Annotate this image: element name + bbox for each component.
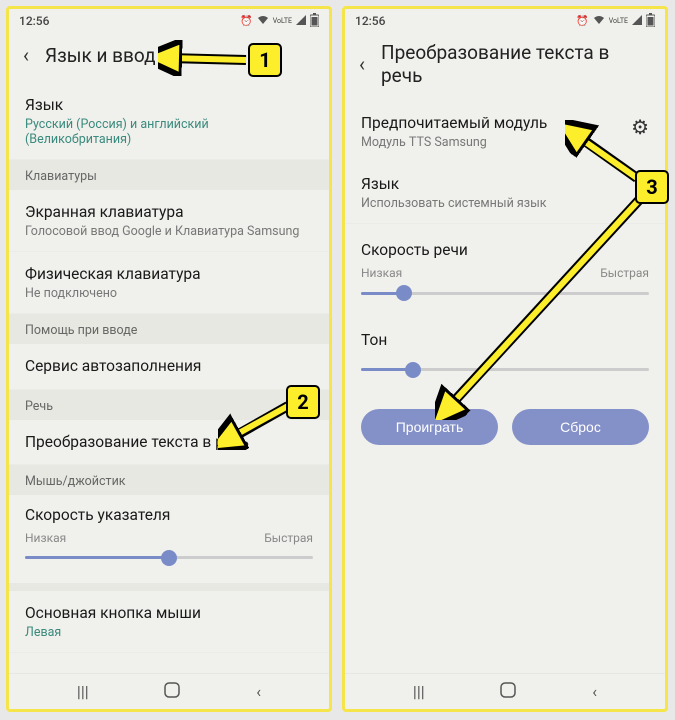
autofill-service-row[interactable]: Сервис автозаполнения xyxy=(9,344,329,389)
primary-mouse-button-row[interactable]: Основная кнопка мыши Левая xyxy=(9,591,329,653)
speech-rate-row: Скорость речи Низкая Быстрая xyxy=(345,224,665,318)
gear-icon[interactable]: ⚙ xyxy=(631,115,649,139)
tts-language-sub: Использовать системный язык xyxy=(361,196,649,211)
language-sub: Русский (Россия) и английский (Великобри… xyxy=(25,117,313,147)
tts-row[interactable]: Преобразование текста в речь xyxy=(9,420,329,465)
pointer-speed-slider[interactable] xyxy=(25,549,313,567)
phone-left: 12:56 ⏰ VoLTE ‹ Язык и ввод Язык xyxy=(6,6,332,712)
status-icons: ⏰ VoLTE xyxy=(240,13,319,30)
screen-keyboard-row[interactable]: Экранная клавиатура Голосовой ввод Googl… xyxy=(9,190,329,252)
speech-rate-labels: Низкая Быстрая xyxy=(361,266,649,280)
section-mouse: Мышь/джойстик xyxy=(9,465,329,495)
status-time: 12:56 xyxy=(355,14,385,28)
preferred-engine-title: Предпочитаемый модуль xyxy=(361,113,547,133)
screen-keyboard-title: Экранная клавиатура xyxy=(25,202,313,222)
nav-recents-icon[interactable]: ||| xyxy=(413,682,425,701)
preferred-engine-row[interactable]: Предпочитаемый модуль Модуль TTS Samsung… xyxy=(345,101,665,162)
header: ‹ Преобразование текста в речь xyxy=(345,31,665,101)
status-bar: 12:56 ⏰ VoLTE xyxy=(345,9,665,31)
physical-keyboard-title: Физическая клавиатура xyxy=(25,264,313,284)
section-speech: Речь xyxy=(9,390,329,420)
speech-rate-low: Низкая xyxy=(361,266,402,280)
pitch-slider[interactable] xyxy=(361,361,649,379)
nav-back-icon[interactable]: ‹ xyxy=(256,682,261,701)
screen-keyboard-sub: Голосовой ввод Google и Клавиатура Samsu… xyxy=(25,224,313,239)
volte-icon: VoLTE xyxy=(609,18,628,25)
nav-bar: ||| ‹ xyxy=(9,673,329,709)
annotation-3: 3 xyxy=(635,170,669,204)
status-bar: 12:56 ⏰ VoLTE xyxy=(9,9,329,31)
nav-back-icon[interactable]: ‹ xyxy=(592,682,597,701)
reset-button[interactable]: Сброс xyxy=(512,409,649,445)
nav-bar: ||| ‹ xyxy=(345,673,665,709)
pitch-row: Тон xyxy=(345,318,665,394)
tts-title: Преобразование текста в речь xyxy=(25,432,313,452)
alarm-icon: ⏰ xyxy=(240,16,252,27)
annotation-1: 1 xyxy=(248,43,282,77)
speech-rate-slider[interactable] xyxy=(361,284,649,302)
status-icons: ⏰ VoLTE xyxy=(576,13,655,30)
pitch-title: Тон xyxy=(361,330,649,350)
header-title: Язык и ввод xyxy=(45,44,156,67)
speech-rate-high: Быстрая xyxy=(600,266,649,280)
pointer-speed-high: Быстрая xyxy=(264,531,313,545)
section-keyboards: Клавиатуры xyxy=(9,160,329,190)
language-row[interactable]: Язык Русский (Россия) и английский (Вели… xyxy=(9,83,329,160)
play-button[interactable]: Проиграть xyxy=(361,409,498,445)
primary-mouse-button-sub: Левая xyxy=(25,625,313,640)
tts-buttons-row: Проиграть Сброс xyxy=(345,395,665,459)
status-time: 12:56 xyxy=(19,14,49,28)
section-input-help: Помощь при вводе xyxy=(9,314,329,344)
pointer-speed-title: Скорость указателя xyxy=(25,505,313,525)
phone-right: 12:56 ⏰ VoLTE ‹ Преобразование текста в … xyxy=(342,6,668,712)
pointer-speed-labels: Низкая Быстрая xyxy=(25,531,313,545)
back-icon[interactable]: ‹ xyxy=(355,50,369,78)
back-icon[interactable]: ‹ xyxy=(19,41,33,69)
wifi-icon xyxy=(593,15,605,28)
annotation-2: 2 xyxy=(286,385,320,419)
wifi-icon xyxy=(257,15,269,28)
nav-recents-icon[interactable]: ||| xyxy=(77,682,89,701)
nav-home-icon[interactable] xyxy=(164,682,180,702)
speech-rate-title: Скорость речи xyxy=(361,240,649,260)
header-title: Преобразование текста в речь xyxy=(381,41,651,87)
signal-icon xyxy=(296,15,306,28)
battery-icon xyxy=(646,13,655,30)
tts-content: Предпочитаемый модуль Модуль TTS Samsung… xyxy=(345,101,665,673)
settings-content: Язык Русский (Россия) и английский (Вели… xyxy=(9,83,329,673)
volte-icon: VoLTE xyxy=(273,18,292,25)
nav-home-icon[interactable] xyxy=(500,682,516,702)
primary-mouse-button-title: Основная кнопка мыши xyxy=(25,603,313,623)
physical-keyboard-sub: Не подключено xyxy=(25,286,313,301)
pointer-speed-row: Скорость указателя Низкая Быстрая xyxy=(9,495,329,583)
preferred-engine-sub: Модуль TTS Samsung xyxy=(361,135,547,150)
language-title: Язык xyxy=(25,95,313,115)
pointer-speed-low: Низкая xyxy=(25,531,66,545)
physical-keyboard-row[interactable]: Физическая клавиатура Не подключено xyxy=(9,252,329,314)
signal-icon xyxy=(632,15,642,28)
autofill-service-title: Сервис автозаполнения xyxy=(25,356,313,376)
battery-icon xyxy=(310,13,319,30)
tts-language-row[interactable]: Язык Использовать системный язык xyxy=(345,162,665,224)
alarm-icon: ⏰ xyxy=(576,16,588,27)
tts-language-title: Язык xyxy=(361,174,649,194)
